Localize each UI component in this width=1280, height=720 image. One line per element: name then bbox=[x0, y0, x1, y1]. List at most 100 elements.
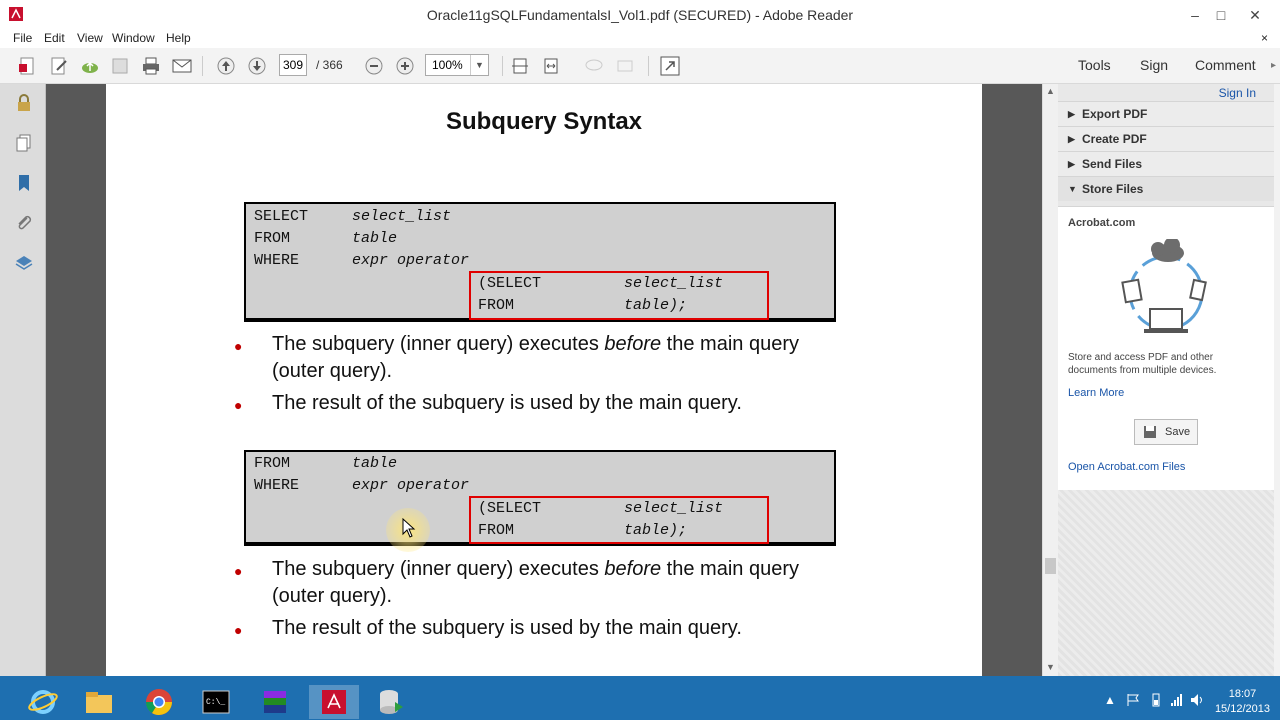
full-screen-icon[interactable] bbox=[659, 56, 681, 76]
document-scrollbar[interactable]: ▲ ▼ bbox=[1042, 84, 1058, 676]
code-value: table bbox=[352, 230, 398, 247]
code-block: SELECT select_list FROM table WHERE expr… bbox=[244, 202, 836, 322]
menu-view[interactable]: View bbox=[77, 31, 103, 45]
toolbar-separator bbox=[648, 56, 649, 76]
scroll-up-icon[interactable]: ▲ bbox=[1046, 86, 1055, 96]
pdf-page: Subquery Syntax SELECT select_list FROM … bbox=[106, 84, 982, 676]
bullet-dot: ● bbox=[234, 397, 243, 413]
winrar-icon[interactable] bbox=[250, 685, 300, 719]
internet-explorer-icon[interactable] bbox=[18, 685, 68, 719]
window-title: Oracle11gSQLFundamentalsI_Vol1.pdf (SECU… bbox=[426, 7, 854, 23]
tools-pane: Sign In ▶ Export PDF ▶ Create PDF ▶ Send Fi… bbox=[1058, 84, 1280, 676]
menu-help[interactable]: Help bbox=[166, 31, 191, 45]
system-clock[interactable]: 18:07 15/12/2013 bbox=[1215, 687, 1270, 717]
expand-icon: ▶ bbox=[1068, 134, 1075, 144]
create-pdf-icon[interactable] bbox=[16, 56, 38, 76]
code-keyword: FROM bbox=[254, 230, 291, 247]
lock-icon[interactable] bbox=[15, 94, 33, 112]
pages-icon[interactable] bbox=[15, 134, 33, 152]
battery-icon[interactable] bbox=[1149, 693, 1163, 707]
zoom-out-icon[interactable] bbox=[363, 56, 385, 76]
bullet-dot: ● bbox=[234, 622, 243, 638]
document-close-button[interactable]: × bbox=[1261, 31, 1268, 45]
save-icon bbox=[1144, 426, 1156, 438]
save-button[interactable]: Save bbox=[1134, 419, 1198, 445]
chrome-icon[interactable] bbox=[134, 685, 184, 719]
volume-icon[interactable] bbox=[1190, 693, 1204, 707]
page-total: / 366 bbox=[316, 58, 343, 72]
comment-button[interactable]: Comment bbox=[1195, 57, 1256, 73]
subquery-highlight: (SELECT select_list FROM table); bbox=[469, 496, 769, 544]
store-files-section[interactable]: ▼ Store Files bbox=[1058, 176, 1274, 201]
panel-scrollbar[interactable] bbox=[1274, 84, 1280, 676]
fit-width-icon[interactable] bbox=[540, 56, 562, 76]
code-value: select_list bbox=[624, 500, 724, 517]
toolbar-separator bbox=[202, 56, 203, 76]
fit-page-icon[interactable] bbox=[509, 56, 531, 76]
menu-bar: File Edit View Window Help × bbox=[0, 30, 1280, 48]
code-value: table); bbox=[624, 522, 688, 539]
mouse-cursor-icon bbox=[402, 518, 416, 538]
database-tool-icon[interactable] bbox=[366, 685, 416, 719]
sign-in-link[interactable]: Sign In bbox=[1219, 86, 1256, 100]
file-explorer-icon[interactable] bbox=[74, 685, 124, 719]
flag-icon[interactable] bbox=[1126, 693, 1140, 707]
code-value: table); bbox=[624, 297, 688, 314]
cloud-upload-icon[interactable] bbox=[79, 56, 101, 76]
svg-text:C:\_: C:\_ bbox=[206, 698, 225, 707]
bullet-text: The result of the subquery is used by th… bbox=[272, 617, 742, 639]
code-keyword: WHERE bbox=[254, 252, 300, 269]
expand-icon: ▶ bbox=[1068, 109, 1075, 119]
email-icon[interactable] bbox=[171, 56, 193, 76]
title-bar: Oracle11gSQLFundamentalsI_Vol1.pdf (SECU… bbox=[0, 0, 1280, 30]
code-keyword: FROM bbox=[478, 297, 515, 314]
bullet-dot: ● bbox=[234, 338, 243, 354]
code-value: select_list bbox=[352, 208, 452, 225]
bookmark-icon[interactable] bbox=[15, 174, 33, 192]
save-icon[interactable] bbox=[109, 56, 131, 76]
code-keyword: FROM bbox=[254, 455, 291, 472]
acrobat-com-label: Acrobat.com bbox=[1068, 217, 1136, 229]
highlight-icon bbox=[614, 56, 636, 76]
expand-icon: ▶ bbox=[1068, 159, 1075, 169]
navigation-pane bbox=[0, 84, 46, 676]
menu-window[interactable]: Window bbox=[112, 31, 155, 45]
next-page-icon[interactable] bbox=[246, 56, 268, 76]
chevron-down-icon[interactable]: ▼ bbox=[470, 55, 488, 75]
zoom-in-icon[interactable] bbox=[394, 56, 416, 76]
network-icon[interactable] bbox=[1170, 693, 1184, 707]
page-number-input[interactable]: 309 bbox=[279, 54, 307, 76]
code-keyword: (SELECT bbox=[478, 275, 542, 292]
adobe-reader-taskbar-icon[interactable] bbox=[309, 685, 359, 719]
menu-edit[interactable]: Edit bbox=[44, 31, 65, 45]
open-acrobat-files-link[interactable]: Open Acrobat.com Files bbox=[1068, 461, 1185, 473]
create-pdf-section[interactable]: ▶ Create PDF bbox=[1058, 126, 1274, 151]
print-icon[interactable] bbox=[140, 56, 162, 76]
bullet-text: The subquery (inner query) executes befo… bbox=[272, 558, 799, 607]
menu-file[interactable]: File bbox=[13, 31, 32, 45]
export-pdf-section[interactable]: ▶ Export PDF bbox=[1058, 101, 1274, 126]
scroll-thumb[interactable] bbox=[1045, 558, 1056, 574]
close-button[interactable]: ✕ bbox=[1232, 0, 1278, 30]
layers-icon[interactable] bbox=[15, 254, 33, 272]
cloud-devices-icon bbox=[1121, 239, 1207, 333]
sign-button[interactable]: Sign bbox=[1140, 57, 1168, 73]
code-value: expr operator bbox=[352, 477, 470, 494]
attachment-icon[interactable] bbox=[15, 214, 33, 232]
code-keyword: (SELECT bbox=[478, 500, 542, 517]
code-value: table bbox=[352, 455, 398, 472]
subquery-highlight: (SELECT select_list FROM table); bbox=[469, 271, 769, 320]
code-keyword: SELECT bbox=[254, 208, 309, 225]
tools-button[interactable]: Tools bbox=[1078, 57, 1111, 73]
show-hidden-icons[interactable]: ▲ bbox=[1104, 693, 1116, 707]
edit-icon[interactable] bbox=[48, 56, 70, 76]
learn-more-link[interactable]: Learn More bbox=[1068, 387, 1124, 399]
chevron-right-icon[interactable]: ▸ bbox=[1271, 60, 1276, 71]
clock-date: 15/12/2013 bbox=[1214, 703, 1270, 715]
zoom-select[interactable]: 100% ▼ bbox=[425, 54, 489, 76]
scroll-down-icon[interactable]: ▼ bbox=[1046, 662, 1055, 672]
panel-empty-area bbox=[1058, 490, 1274, 676]
previous-page-icon[interactable] bbox=[215, 56, 237, 76]
command-prompt-icon[interactable]: C:\_ bbox=[191, 685, 241, 719]
send-files-section[interactable]: ▶ Send Files bbox=[1058, 151, 1274, 176]
